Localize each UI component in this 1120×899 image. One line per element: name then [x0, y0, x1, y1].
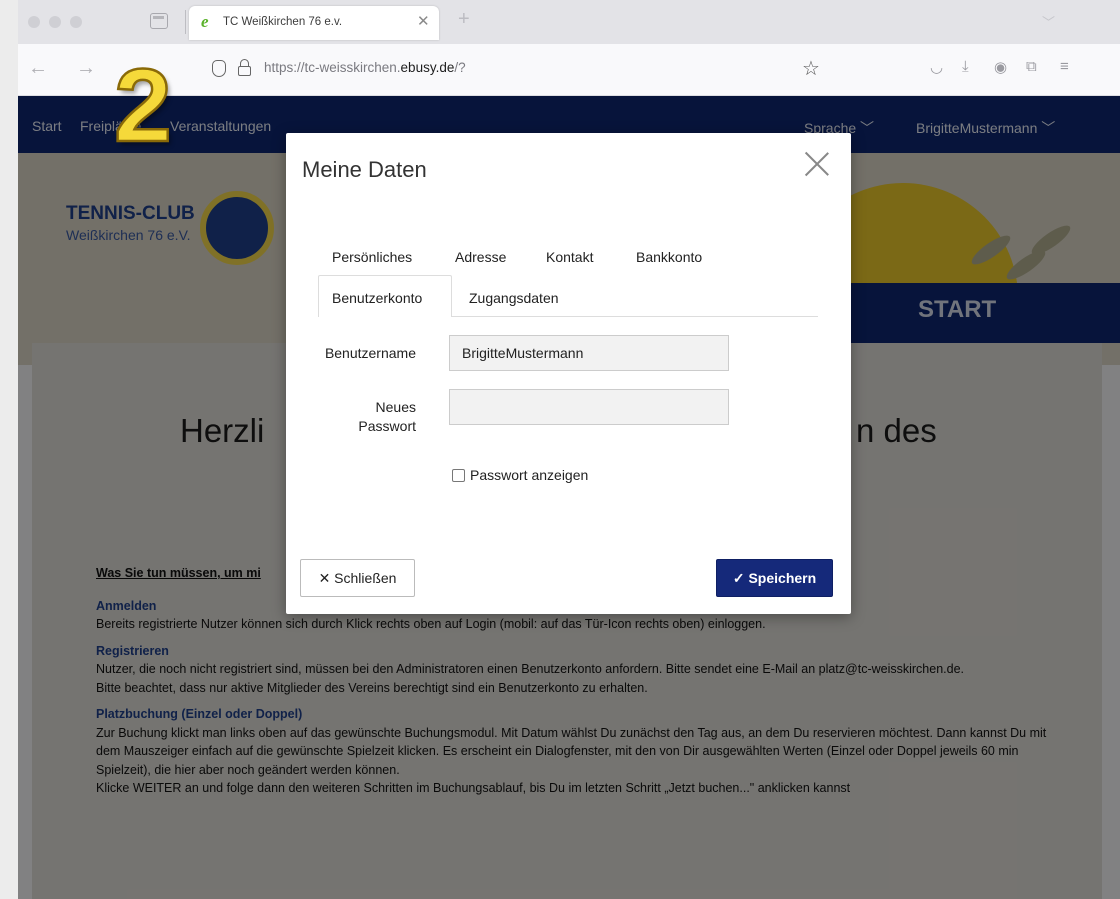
- close-button[interactable]: ✕ Schließen: [300, 559, 415, 597]
- tab-access-data[interactable]: Zugangsdaten: [469, 290, 559, 306]
- step-number-badge: 2: [113, 48, 173, 164]
- site-favicon-icon: e: [201, 12, 209, 31]
- tab-list-chevron-icon[interactable]: ﹀: [1042, 12, 1055, 31]
- pocket-icon[interactable]: ◡: [930, 58, 943, 76]
- forward-arrow-icon[interactable]: →: [76, 57, 96, 80]
- username-label: Benutzername: [324, 345, 416, 361]
- browser-tab-title: TC Weißkirchen 76 e.v.: [223, 16, 343, 28]
- download-icon[interactable]: ⤓: [962, 58, 969, 75]
- browser-nav-bar: ← → https://tc-weisskirchen.ebusy.de/? ☆…: [18, 44, 1120, 96]
- tab-address[interactable]: Adresse: [455, 249, 506, 265]
- minimize-window-icon[interactable]: [49, 16, 61, 28]
- extensions-icon[interactable]: ⧉: [1026, 58, 1037, 75]
- url-domain: ebusy.de: [400, 60, 455, 75]
- address-bar[interactable]: https://tc-weisskirchen.ebusy.de/?: [264, 60, 466, 75]
- window-controls: [28, 16, 82, 28]
- tab-bank-account[interactable]: Bankkonto: [636, 249, 702, 265]
- dialog-title: Meine Daten: [302, 157, 427, 182]
- back-arrow-icon[interactable]: ←: [28, 57, 48, 80]
- tab-user-account[interactable]: Benutzerkonto: [332, 290, 422, 306]
- tab-close-icon[interactable]: ✕: [417, 12, 430, 30]
- url-suffix: /?: [454, 60, 466, 75]
- tab-separator: [185, 10, 186, 34]
- tracking-shield-icon[interactable]: [212, 60, 226, 77]
- tab-personal[interactable]: Persönliches: [332, 249, 412, 265]
- tab-contact[interactable]: Kontakt: [546, 249, 593, 265]
- new-tab-icon[interactable]: +: [458, 8, 470, 31]
- dialog-close-icon[interactable]: [804, 151, 830, 177]
- url-prefix: https://tc-weisskirchen.: [264, 60, 401, 75]
- new-password-input[interactable]: [449, 389, 729, 425]
- tab-divider: [452, 316, 818, 317]
- new-password-label-line1: Neues: [375, 399, 416, 415]
- maximize-window-icon[interactable]: [70, 16, 82, 28]
- browser-tab-active[interactable]: e TC Weißkirchen 76 e.v. ✕: [189, 6, 439, 40]
- bookmark-star-icon[interactable]: ☆: [802, 56, 820, 81]
- menu-icon[interactable]: ≡: [1060, 58, 1069, 75]
- show-password-label[interactable]: Passwort anzeigen: [470, 467, 588, 483]
- close-window-icon[interactable]: [28, 16, 40, 28]
- account-icon[interactable]: ◉: [994, 58, 1007, 76]
- browser-window: e TC Weißkirchen 76 e.v. ✕ + ﹀ ← → https…: [18, 0, 1120, 899]
- username-input[interactable]: [449, 335, 729, 371]
- sidebar-toggle-icon[interactable]: [150, 13, 168, 29]
- new-password-label-line2: Passwort: [358, 418, 416, 434]
- browser-tab-bar: e TC Weißkirchen 76 e.v. ✕ + ﹀: [18, 0, 1120, 44]
- show-password-checkbox[interactable]: [452, 469, 465, 482]
- my-data-dialog: Meine Daten Persönliches Adresse Kontakt…: [286, 133, 851, 614]
- save-button[interactable]: ✓ Speichern: [716, 559, 833, 597]
